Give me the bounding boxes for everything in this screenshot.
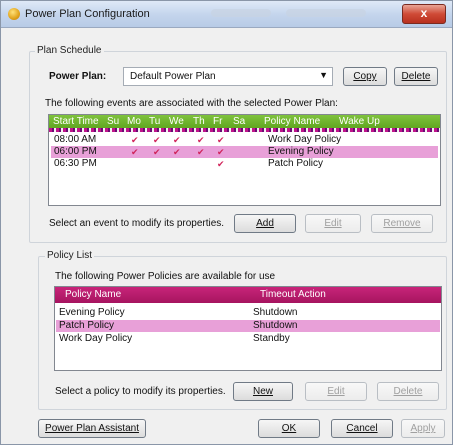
- power-plan-assistant-button[interactable]: Power Plan Assistant: [38, 419, 146, 438]
- title-bar[interactable]: Power Plan Configuration x: [1, 1, 452, 28]
- new-policy-button[interactable]: New: [233, 382, 293, 401]
- column-th[interactable]: Th: [193, 116, 205, 127]
- delete-policy-button[interactable]: Delete: [377, 382, 439, 401]
- window-title: Power Plan Configuration: [25, 8, 150, 20]
- column-policy-name[interactable]: Policy Name: [65, 289, 121, 300]
- checkmark-icon: ✔: [217, 159, 225, 169]
- policy-name: Patch Policy: [59, 320, 115, 331]
- event-row[interactable]: 06:00 PM ✔ ✔ ✔ ✔ ✔ Evening Policy: [51, 146, 438, 158]
- power-plan-label: Power Plan:: [49, 71, 107, 82]
- event-row[interactable]: 06:30 PM ✔ Patch Policy: [51, 158, 438, 170]
- events-list-header: Start Time Su Mo Tu We Th Fr Sa Policy N…: [49, 115, 440, 129]
- event-policy-name: Evening Policy: [268, 146, 334, 157]
- checkmark-icon: ✔: [173, 147, 181, 157]
- checkmark-icon: ✔: [153, 147, 161, 157]
- plan-schedule-label: Plan Schedule: [35, 45, 104, 56]
- column-sa[interactable]: Sa: [233, 116, 245, 127]
- event-start-time: 06:30 PM: [54, 158, 97, 169]
- checkmark-icon: ✔: [217, 147, 225, 157]
- event-start-time: 06:00 PM: [54, 146, 97, 157]
- power-plan-window: Power Plan Configuration x Plan Schedule…: [0, 0, 453, 445]
- add-event-button[interactable]: Add: [234, 214, 296, 233]
- power-plan-value: Default Power Plan: [130, 71, 216, 82]
- policy-list-label: Policy List: [45, 250, 95, 261]
- blurred-title-area: [286, 9, 366, 17]
- event-policy-name: Work Day Policy: [268, 134, 342, 145]
- events-caption: The following events are associated with…: [45, 98, 338, 109]
- event-policy-name: Patch Policy: [268, 158, 324, 169]
- policy-row[interactable]: Patch Policy Shutdown: [56, 320, 440, 332]
- checkmark-icon: ✔: [217, 135, 225, 145]
- events-list[interactable]: Start Time Su Mo Tu We Th Fr Sa Policy N…: [48, 114, 441, 206]
- checkmark-icon: ✔: [173, 135, 181, 145]
- edit-policy-button[interactable]: Edit: [305, 382, 367, 401]
- power-plan-dropdown[interactable]: Default Power Plan ▼: [123, 67, 333, 86]
- cancel-button[interactable]: Cancel: [331, 419, 393, 438]
- checkmark-icon: ✔: [131, 147, 139, 157]
- remove-event-button[interactable]: Remove: [371, 214, 433, 233]
- policies-list[interactable]: Policy Name Timeout Action Evening Polic…: [54, 286, 442, 371]
- policy-timeout-action: Shutdown: [253, 307, 298, 318]
- policy-hint: Select a policy to modify its properties…: [55, 386, 226, 397]
- policy-timeout-action: Standby: [253, 333, 290, 344]
- column-policy-name[interactable]: Policy Name: [264, 116, 320, 127]
- edit-event-button[interactable]: Edit: [305, 214, 361, 233]
- column-su[interactable]: Su: [107, 116, 119, 127]
- checkmark-icon: ✔: [197, 135, 205, 145]
- column-start-time[interactable]: Start Time: [53, 116, 99, 127]
- column-tu[interactable]: Tu: [149, 116, 160, 127]
- column-timeout-action[interactable]: Timeout Action: [260, 289, 326, 300]
- event-row[interactable]: 08:00 AM ✔ ✔ ✔ ✔ ✔ Work Day Policy: [51, 134, 438, 146]
- column-wake-up[interactable]: Wake Up: [339, 116, 380, 127]
- policies-list-header: Policy Name Timeout Action: [55, 287, 441, 303]
- checkmark-icon: ✔: [131, 135, 139, 145]
- policy-row[interactable]: Work Day Policy Standby: [56, 333, 440, 345]
- power-plan-icon: [8, 8, 20, 20]
- column-fr[interactable]: Fr: [213, 116, 222, 127]
- column-we[interactable]: We: [169, 116, 184, 127]
- policy-row[interactable]: Evening Policy Shutdown: [56, 307, 440, 319]
- ok-button[interactable]: OK: [258, 419, 320, 438]
- close-icon: x: [420, 6, 428, 20]
- policy-caption: The following Power Policies are availab…: [55, 271, 276, 282]
- column-mo[interactable]: Mo: [127, 116, 141, 127]
- policy-timeout-action: Shutdown: [253, 320, 298, 331]
- chevron-down-icon: ▼: [319, 70, 328, 80]
- event-start-time: 08:00 AM: [54, 134, 97, 145]
- copy-button[interactable]: Copy: [343, 67, 387, 86]
- blurred-title-area: [211, 9, 271, 17]
- events-hint: Select an event to modify its properties…: [49, 218, 225, 229]
- header-render-artifact: [49, 128, 440, 132]
- policy-name: Work Day Policy: [59, 333, 133, 344]
- checkmark-icon: ✔: [153, 135, 161, 145]
- checkmark-icon: ✔: [197, 147, 205, 157]
- delete-plan-button[interactable]: Delete: [394, 67, 438, 86]
- apply-button[interactable]: Apply: [401, 419, 445, 438]
- close-button[interactable]: x: [402, 4, 446, 24]
- policy-name: Evening Policy: [59, 307, 125, 318]
